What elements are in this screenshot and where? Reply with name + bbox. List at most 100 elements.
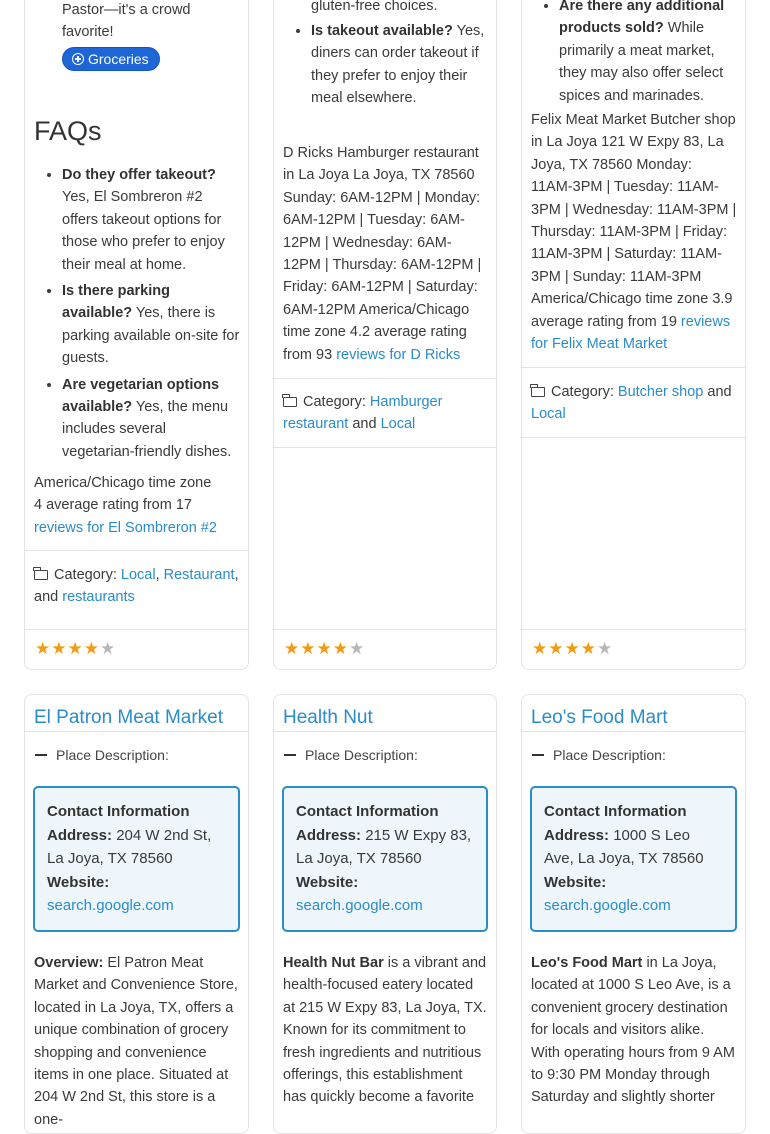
listing-title[interactable]: Leo's Food Mart [531,705,731,731]
website-link[interactable]: search.google.com [296,897,423,914]
faq-question: Is takeout available? [311,23,453,39]
category-link-local[interactable]: Local [121,567,156,583]
faq-list: Are there any additional products sold? … [531,0,737,111]
category-label: Category: [54,567,117,583]
listing-title[interactable]: El Patron Meat Market [34,705,234,731]
minus-icon [284,754,296,756]
category-link-restaurants[interactable]: restaurants [62,589,135,605]
website-label: Website: [296,873,359,891]
place-description-label: Place Description: [56,747,169,763]
place-description-toggle[interactable]: Place Description: [283,744,418,766]
faq-item: Is there parking available? Yes, there i… [62,280,240,370]
divider [25,731,248,732]
category-label: Category: [551,384,614,400]
listing-card: El Patron Meat Market Place Description:… [24,694,249,1134]
place-description-toggle[interactable]: Place Description: [531,744,666,766]
separator: and [707,384,732,400]
faq-question: Do they offer takeout? [62,167,216,183]
listing-title[interactable]: Health Nut [283,705,482,731]
star-icon: ★ [67,639,84,658]
category-row: Category: Local, Restaurant, and restaur… [33,564,240,609]
folder-open-icon [282,394,297,407]
place-description-toggle[interactable]: Place Description: [34,744,169,766]
star-icon: ★ [284,639,301,658]
overview-lead: Health Nut Bar [283,955,384,971]
summary-text: Felix Meat Market Butcher shop in La Joy… [531,112,737,330]
intro-text: Pastor—it's a crowd favorite! [62,2,191,41]
overview-lead: Leo's Food Mart [531,955,643,971]
divider [522,367,745,368]
summary-text: D Ricks Hamburger restaurant in La Joya … [283,145,482,363]
address-label: Address: [544,826,610,844]
website-label: Website: [47,873,110,891]
reviews-link[interactable]: reviews for El Sombreron #2 [34,520,217,536]
faq-item: Is takeout available? Yes, diners can or… [311,20,488,110]
faq-fragment: gluten-free choices. [283,0,488,17]
website-link[interactable]: search.google.com [47,897,174,914]
reviews-link[interactable]: reviews for D Ricks [336,347,460,363]
star-icon: ★ [300,639,317,658]
star-empty-icon: ★ [597,639,614,658]
category-link-restaurant[interactable]: Restaurant [164,567,235,583]
category-row: Category: Hamburger restaurant and Local [282,391,488,436]
faq-item: Are there any additional products sold? … [559,0,737,107]
minus-icon [532,754,544,756]
website-link[interactable]: search.google.com [544,897,671,914]
faq-answer: Yes, El Sombreron #2 offers takeout opti… [62,189,225,273]
overview-text: Overview: El Patron Meat Market and Conv… [34,952,240,1131]
contact-box: Contact Information Address: 204 W 2nd S… [33,786,240,932]
divider [522,731,745,732]
listing-summary: America/Chicago time zone 4 average rati… [34,472,218,539]
listing-summary: D Ricks Hamburger restaurant in La Joya … [283,142,488,366]
star-empty-icon: ★ [349,639,366,658]
listing-card: Leo's Food Mart Place Description: Conta… [521,694,746,1134]
divider [25,629,248,630]
overview-text: Leo's Food Mart in La Joya, located at 1… [531,952,737,1109]
separator: , [234,567,239,583]
folder-open-icon [530,384,545,397]
tag-list: Groceries [34,47,240,71]
separator: and [34,589,59,606]
separator: and [352,416,377,433]
contact-box: Contact Information Address: 215 W Expy … [282,786,488,932]
category-link-butcher-shop[interactable]: Butcher shop [618,384,703,400]
divider [274,629,496,630]
divider [274,447,496,448]
category-row: Category: Butcher shop and Local [530,381,737,426]
faq-list: Do they offer takeout? Yes, El Sombreron… [34,164,240,467]
overview-body: El Patron Meat Market and Convenience St… [34,955,238,1128]
star-icon: ★ [564,639,581,658]
faq-item: Do they offer takeout? Yes, El Sombreron… [62,164,240,276]
rating-stars: ★★★★★ [284,639,365,659]
rating-stars: ★★★★★ [35,639,116,659]
place-description-label: Place Description: [305,747,418,763]
listing-summary: Felix Meat Market Butcher shop in La Joy… [531,109,737,355]
address-label: Address: [296,826,362,844]
listing-card-el-sombreron: Pastor—it's a crowd favorite! Groceries … [24,0,249,670]
star-icon: ★ [316,639,333,658]
star-icon: ★ [532,639,549,658]
category-link-local[interactable]: Local [531,406,566,422]
contact-box: Contact Information Address: 1000 S Leo … [530,786,737,932]
star-icon: ★ [332,639,349,658]
folder-open-icon [33,567,48,580]
contact-heading: Contact Information [296,803,439,820]
faq-answer-fragment: gluten-free choices. [311,0,438,14]
overview-body: in La Joya, located at 1000 S Leo Ave, i… [531,955,735,1106]
separator: , [155,567,160,583]
contact-heading: Contact Information [544,803,687,820]
star-icon: ★ [51,639,68,658]
overview-text: Health Nut Bar is a vibrant and health-f… [283,952,488,1109]
category-link-local[interactable]: Local [381,416,416,432]
faq-heading: FAQs [34,116,102,146]
minus-icon [35,754,47,756]
tag-groceries[interactable]: Groceries [62,47,160,71]
intro-fragment: Pastor—it's a crowd favorite! [34,0,240,44]
listing-card: Health Nut Place Description: Contact In… [273,694,497,1134]
overview-lead: Overview: [34,955,104,971]
divider [522,629,745,630]
rating-stars: ★★★★★ [532,639,613,659]
star-icon: ★ [35,639,52,658]
divider [25,550,248,551]
faq-item: Are vegetarian options available? Yes, t… [62,374,240,464]
